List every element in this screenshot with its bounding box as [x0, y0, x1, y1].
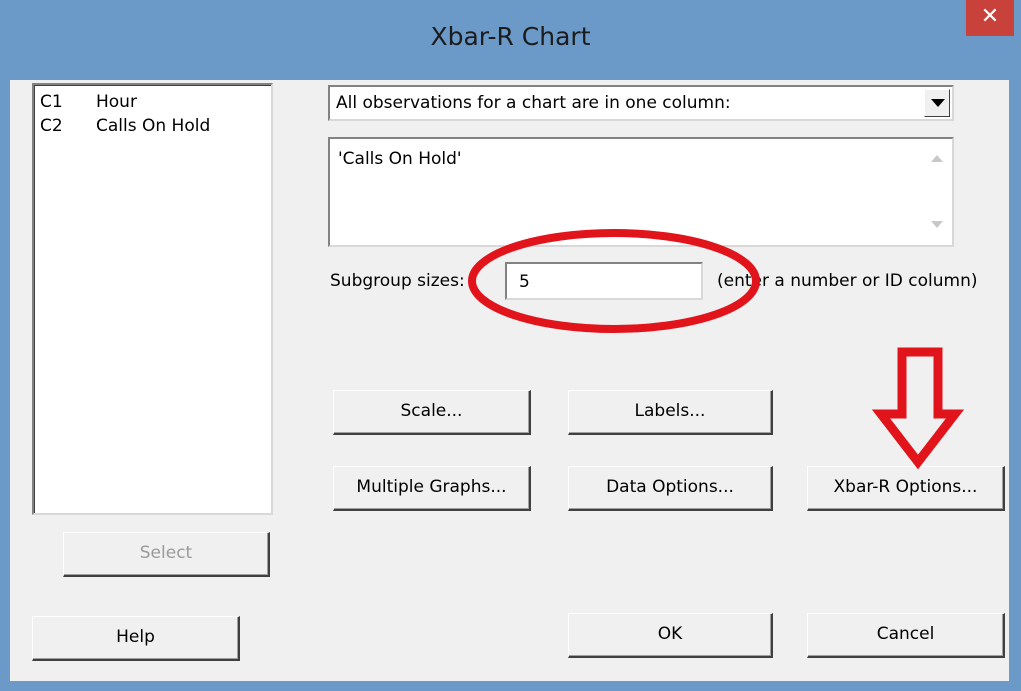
close-button[interactable]: ✕: [966, 0, 1014, 36]
select-button[interactable]: Select: [63, 532, 270, 577]
title-bar[interactable]: Xbar-R Chart ✕: [0, 0, 1021, 80]
help-button[interactable]: Help: [32, 616, 240, 661]
subgroup-sizes-hint: (enter a number or ID column): [717, 271, 978, 291]
variable-column-id: C2: [40, 116, 63, 136]
scale-button[interactable]: Scale...: [333, 390, 531, 435]
dialog-window: Xbar-R Chart ✕ C1 Hour C2 Calls On Hold Al…: [0, 0, 1021, 691]
variable-name: Hour: [96, 92, 137, 112]
scroll-up-icon[interactable]: [931, 155, 943, 162]
subgroup-sizes-value: 5: [519, 272, 530, 292]
ok-button[interactable]: OK: [568, 613, 773, 658]
close-icon: ✕: [980, 4, 1000, 29]
columns-scrollbar[interactable]: [922, 139, 952, 245]
window-title: Xbar-R Chart: [430, 22, 591, 51]
variables-list[interactable]: C1 Hour C2 Calls On Hold: [32, 83, 273, 515]
variable-item[interactable]: C2 Calls On Hold: [40, 116, 210, 136]
variable-column-id: C1: [40, 92, 63, 112]
cancel-button[interactable]: Cancel: [807, 613, 1005, 658]
data-layout-dropdown[interactable]: All observations for a chart are in one …: [328, 85, 954, 121]
columns-input-value: 'Calls On Hold': [338, 149, 462, 169]
labels-button[interactable]: Labels...: [568, 390, 773, 435]
subgroup-sizes-label-text: Subgroup sizes:: [330, 271, 465, 291]
xbar-r-options-button[interactable]: Xbar-R Options...: [807, 466, 1005, 511]
scroll-down-icon[interactable]: [931, 221, 943, 228]
variable-name: Calls On Hold: [96, 116, 211, 136]
dialog-body: C1 Hour C2 Calls On Hold All observations …: [10, 80, 1009, 681]
data-options-button[interactable]: Data Options...: [568, 466, 773, 511]
data-layout-selected: All observations for a chart are in one …: [336, 93, 731, 113]
subgroup-sizes-input[interactable]: 5: [505, 262, 703, 300]
columns-input[interactable]: 'Calls On Hold': [328, 137, 954, 247]
multiple-graphs-button[interactable]: Multiple Graphs...: [333, 466, 531, 511]
variable-item[interactable]: C1 Hour: [40, 92, 137, 112]
chevron-down-icon[interactable]: [924, 89, 950, 117]
subgroup-sizes-label: Subgroup sizes:: [330, 271, 465, 291]
